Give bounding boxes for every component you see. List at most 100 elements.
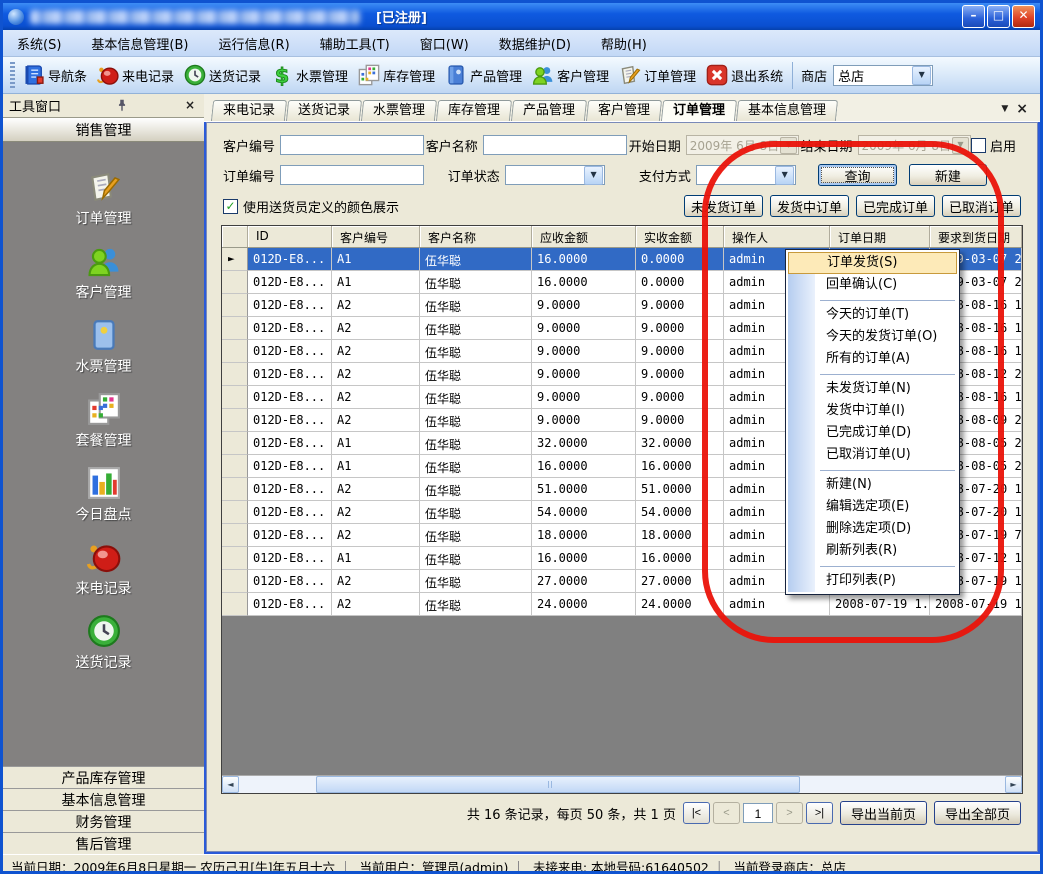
row-selector[interactable]: ► <box>222 478 248 501</box>
new-button[interactable]: 新建 <box>909 164 988 186</box>
sidebar-group[interactable]: 财务管理 <box>3 810 204 832</box>
chevron-down-icon[interactable]: ▼ <box>912 66 931 85</box>
menu-item[interactable]: 数据维护(D) <box>499 34 571 53</box>
menu-item[interactable]: 窗口(W) <box>420 34 469 53</box>
column-header[interactable]: 客户名称 <box>420 226 532 247</box>
minimize-button[interactable]: – <box>962 5 985 28</box>
toolbar-button[interactable]: 送货记录 <box>179 62 266 88</box>
row-selector[interactable]: ► <box>222 363 248 386</box>
menu-item[interactable]: 辅助工具(T) <box>320 34 390 53</box>
toolbar-grip[interactable] <box>10 62 15 88</box>
context-menu-item[interactable]: 未发货订单(N) <box>788 378 957 400</box>
row-selector[interactable]: ► <box>222 501 248 524</box>
menu-item[interactable]: 帮助(H) <box>601 34 647 53</box>
context-menu-item[interactable]: 已完成订单(D) <box>788 422 957 444</box>
toolbar-button[interactable]: 产品管理 <box>440 62 527 88</box>
scroll-left-icon[interactable]: ◄ <box>222 776 239 793</box>
tab[interactable]: 客户管理 <box>586 100 662 121</box>
column-header[interactable]: 应收金额 <box>532 226 636 247</box>
sidebar-item[interactable]: 套餐管理 <box>76 392 132 450</box>
customer-name-input[interactable] <box>483 135 627 155</box>
menu-item[interactable]: 系统(S) <box>17 34 61 53</box>
sidebar-group[interactable]: 产品库存管理 <box>3 766 204 788</box>
tab-close-icon[interactable]: × <box>1016 101 1028 117</box>
order-status-filter-button[interactable]: 未发货订单 <box>684 195 763 217</box>
sidebar-item[interactable]: 今日盘点 <box>76 466 132 524</box>
order-status-filter-button[interactable]: 已取消订单 <box>942 195 1021 217</box>
column-header[interactable]: 操作人 <box>724 226 830 247</box>
start-date-picker[interactable]: 2009年 6月 8日▼ <box>686 135 799 155</box>
scrollbar-track[interactable] <box>239 776 1005 793</box>
tab[interactable]: 库存管理 <box>436 100 512 121</box>
order-status-select[interactable]: ▼ <box>505 165 605 185</box>
close-icon[interactable]: × <box>182 98 198 114</box>
row-selector[interactable]: ► <box>222 271 248 294</box>
sidebar-item[interactable]: 订单管理 <box>76 170 132 228</box>
order-status-filter-button[interactable]: 已完成订单 <box>856 195 935 217</box>
maximize-button[interactable]: □ <box>987 5 1010 28</box>
export-all-pages-button[interactable]: 导出全部页 <box>934 801 1021 825</box>
context-menu-item[interactable]: 所有的订单(A) <box>788 348 957 370</box>
query-button[interactable]: 查询 <box>818 164 897 186</box>
context-menu-item[interactable]: 今天的订单(T) <box>788 304 957 326</box>
color-display-checkbox[interactable]: ✓ <box>223 199 238 214</box>
row-selector[interactable]: ► <box>222 570 248 593</box>
sidebar-item[interactable]: 客户管理 <box>76 244 132 302</box>
row-selector[interactable]: ► <box>222 317 248 340</box>
column-header[interactable]: 实收金额 <box>636 226 724 247</box>
tab[interactable]: 产品管理 <box>511 100 587 121</box>
context-menu-item[interactable]: 删除选定项(D) <box>788 518 957 540</box>
toolbar-button[interactable]: 退出系统 <box>701 62 788 88</box>
column-header[interactable]: 订单日期 <box>830 226 930 247</box>
toolbar-button[interactable]: 来电记录 <box>92 62 179 88</box>
menu-item[interactable]: 基本信息管理(B) <box>91 34 188 53</box>
column-header[interactable]: ID <box>248 226 332 247</box>
last-page-button[interactable]: >| <box>806 802 833 824</box>
first-page-button[interactable]: |< <box>683 802 710 824</box>
chevron-down-icon[interactable]: ▼ <box>775 166 794 185</box>
row-selector[interactable]: ► <box>222 524 248 547</box>
tab[interactable]: 基本信息管理 <box>736 100 838 121</box>
row-selector[interactable]: ► <box>222 547 248 570</box>
toolbar-button[interactable]: 库存管理 <box>353 62 440 88</box>
context-menu-item[interactable]: 新建(N) <box>788 474 957 496</box>
row-selector[interactable]: ► <box>222 386 248 409</box>
column-header[interactable]: 要求到货日期 <box>930 226 1022 247</box>
scroll-right-icon[interactable]: ► <box>1005 776 1022 793</box>
table-row[interactable]: ► 012D-E8... A2 伍华聪 24.0000 24.0000 admi… <box>222 593 1022 616</box>
row-selector[interactable]: ► <box>222 432 248 455</box>
chevron-down-icon[interactable]: ▼ <box>952 137 969 154</box>
context-menu-item[interactable]: 发货中订单(I) <box>788 400 957 422</box>
context-menu-item[interactable]: 编辑选定项(E) <box>788 496 957 518</box>
context-menu-item[interactable]: 今天的发货订单(O) <box>788 326 957 348</box>
toolbar-button[interactable]: 水票管理 <box>266 62 353 88</box>
sidebar-group-sales[interactable]: 销售管理 <box>3 118 204 142</box>
sidebar-group[interactable]: 售后管理 <box>3 832 204 854</box>
tab[interactable]: 订单管理 <box>661 100 737 121</box>
sidebar-item[interactable]: 来电记录 <box>76 540 132 598</box>
row-selector[interactable]: ► <box>222 248 248 271</box>
toolbar-button[interactable]: 订单管理 <box>614 62 701 88</box>
menu-item[interactable]: 运行信息(R) <box>218 34 289 53</box>
payment-select[interactable]: ▼ <box>696 165 796 185</box>
chevron-down-icon[interactable]: ▼ <box>780 137 797 154</box>
store-select[interactable]: 总店 ▼ <box>833 65 933 86</box>
sidebar-item[interactable]: 送货记录 <box>76 614 132 672</box>
context-menu-item[interactable]: 订单发货(S) <box>788 252 957 274</box>
scrollbar-thumb[interactable] <box>316 776 801 793</box>
row-selector[interactable]: ► <box>222 294 248 317</box>
end-date-picker[interactable]: 2009年 6月 8日▼ <box>858 135 971 155</box>
context-menu-item[interactable]: 回单确认(C) <box>788 274 957 296</box>
chevron-down-icon[interactable]: ▼ <box>584 166 603 185</box>
order-no-input[interactable] <box>280 165 424 185</box>
tab-dropdown-icon[interactable]: ▼ <box>1001 104 1008 114</box>
order-status-filter-button[interactable]: 发货中订单 <box>770 195 849 217</box>
page-number-input[interactable] <box>743 803 773 823</box>
row-selector[interactable]: ► <box>222 593 248 616</box>
prev-page-button[interactable]: < <box>713 802 740 824</box>
pin-icon[interactable] <box>114 98 130 114</box>
close-button[interactable]: ✕ <box>1012 5 1035 28</box>
tab[interactable]: 来电记录 <box>211 100 287 121</box>
context-menu-item[interactable]: 已取消订单(U) <box>788 444 957 466</box>
tab[interactable]: 水票管理 <box>361 100 437 121</box>
